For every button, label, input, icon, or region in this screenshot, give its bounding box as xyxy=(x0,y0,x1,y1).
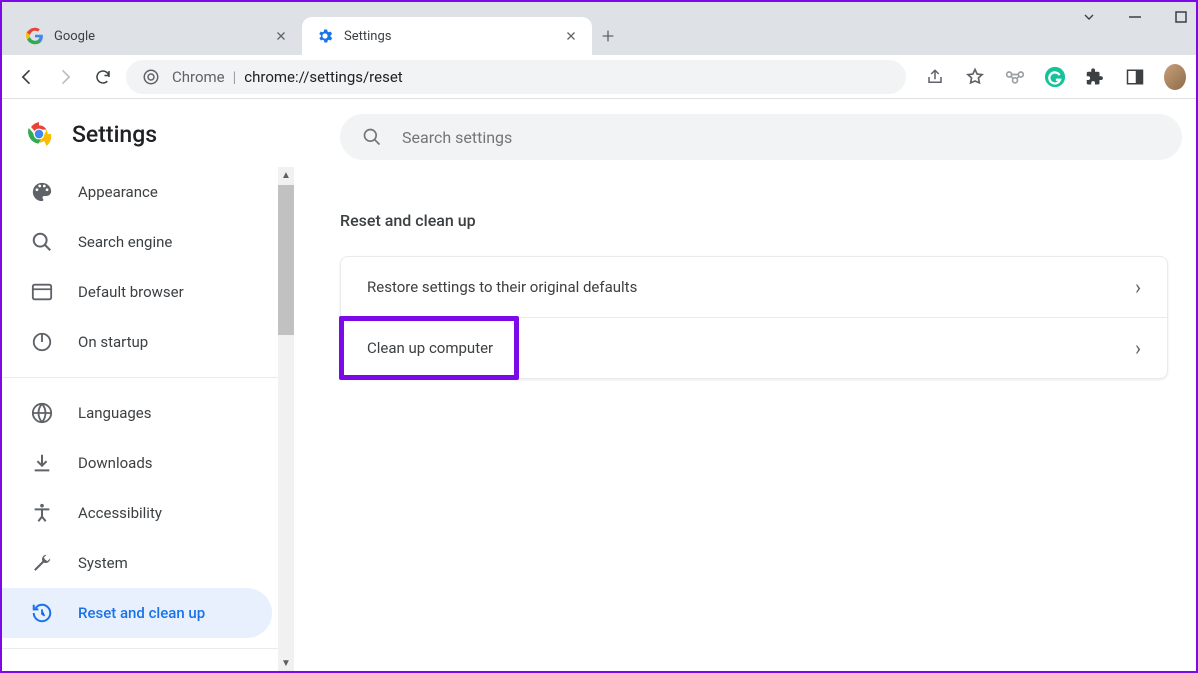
forward-button[interactable] xyxy=(50,62,80,92)
sidebar-label: Search engine xyxy=(78,233,172,251)
toolbar: Chrome | chrome://settings/reset xyxy=(2,55,1196,99)
reset-card: Restore settings to their original defau… xyxy=(340,256,1168,379)
profile-avatar[interactable] xyxy=(1164,66,1186,88)
window-controls xyxy=(1080,2,1190,32)
sidebar-item-reset[interactable]: Reset and clean up xyxy=(2,588,272,638)
sidebar-item-languages[interactable]: Languages xyxy=(2,388,272,438)
sidebar-label: Reset and clean up xyxy=(78,604,205,622)
sidebar-item-downloads[interactable]: Downloads xyxy=(2,438,272,488)
tab-title: Settings xyxy=(344,29,562,44)
sidebar-label: Languages xyxy=(78,404,152,422)
reload-button[interactable] xyxy=(88,62,118,92)
grammarly-ext-icon[interactable] xyxy=(1044,66,1066,88)
address-bar[interactable]: Chrome | chrome://settings/reset xyxy=(126,60,906,94)
sidebar-item-on-startup[interactable]: On startup xyxy=(2,317,272,367)
chrome-address-icon xyxy=(142,68,160,86)
sidebar-item-default-browser[interactable]: Default browser xyxy=(2,267,272,317)
scroll-up-icon[interactable]: ▲ xyxy=(278,167,294,183)
power-icon xyxy=(30,330,54,354)
sidebar-scrollbar[interactable]: ▲ ▼ xyxy=(278,167,294,671)
back-button[interactable] xyxy=(12,62,42,92)
sidebar-item-appearance[interactable]: Appearance xyxy=(2,167,272,217)
tab-settings[interactable]: Settings xyxy=(302,17,592,55)
sidebar-label: Accessibility xyxy=(78,504,162,522)
chrome-logo-icon xyxy=(26,121,52,147)
share-icon[interactable] xyxy=(924,66,946,88)
sidebar-divider xyxy=(2,648,282,649)
restore-icon xyxy=(30,601,54,625)
settings-header: Settings Search settings xyxy=(2,101,1196,167)
settings-favicon xyxy=(316,27,334,45)
minimize-button[interactable] xyxy=(1126,8,1144,26)
wrench-icon xyxy=(30,551,54,575)
close-tab-icon[interactable] xyxy=(562,27,580,45)
scroll-down-icon[interactable]: ▼ xyxy=(278,655,294,671)
sidebar-divider xyxy=(2,377,282,378)
sidebar-item-system[interactable]: System xyxy=(2,538,272,588)
search-settings-input[interactable]: Search settings xyxy=(340,114,1182,160)
bookmark-star-icon[interactable] xyxy=(964,66,986,88)
accessibility-icon xyxy=(30,501,54,525)
sidepanel-icon[interactable] xyxy=(1124,66,1146,88)
toolbar-actions xyxy=(924,66,1186,88)
row-label: Restore settings to their original defau… xyxy=(367,278,1135,296)
sidebar-item-accessibility[interactable]: Accessibility xyxy=(2,488,272,538)
row-clean-up-computer[interactable]: Clean up computer › xyxy=(341,318,1167,378)
browser-icon xyxy=(30,280,54,304)
chevron-right-icon: › xyxy=(1135,336,1141,360)
chevron-right-icon: › xyxy=(1135,275,1141,299)
row-restore-defaults[interactable]: Restore settings to their original defau… xyxy=(341,257,1167,317)
address-separator: | xyxy=(233,68,237,86)
sidebar-label: On startup xyxy=(78,333,148,351)
palette-icon xyxy=(30,180,54,204)
sidebar-label: System xyxy=(78,554,128,572)
scrollbar-thumb[interactable] xyxy=(278,185,294,335)
close-tab-icon[interactable] xyxy=(272,27,290,45)
new-tab-button[interactable] xyxy=(592,20,624,52)
sidebar-label: Downloads xyxy=(78,454,153,472)
globe-icon xyxy=(30,401,54,425)
sidebar-item-search-engine[interactable]: Search engine xyxy=(2,217,272,267)
extension-link-icon[interactable] xyxy=(1004,66,1026,88)
google-favicon xyxy=(26,27,44,45)
tab-google[interactable]: Google xyxy=(12,17,302,55)
settings-main: Reset and clean up Restore settings to t… xyxy=(312,177,1196,671)
row-label: Clean up computer xyxy=(367,339,1135,357)
address-scheme: Chrome xyxy=(172,68,225,86)
sidebar-label: Default browser xyxy=(78,283,184,301)
search-placeholder: Search settings xyxy=(402,128,512,147)
chevron-down-icon[interactable] xyxy=(1080,8,1098,26)
download-icon xyxy=(30,451,54,475)
section-title: Reset and clean up xyxy=(340,211,1168,230)
maximize-button[interactable] xyxy=(1172,8,1190,26)
address-path: chrome://settings/reset xyxy=(244,68,402,86)
sidebar-label: Appearance xyxy=(78,183,158,201)
extensions-icon[interactable] xyxy=(1084,66,1106,88)
tab-title: Google xyxy=(54,29,272,44)
search-icon xyxy=(30,230,54,254)
search-icon xyxy=(362,127,382,147)
page-title: Settings xyxy=(72,121,157,148)
settings-sidebar: Appearance Search engine Default browser… xyxy=(2,167,294,671)
browser-tab-strip: Google Settings xyxy=(2,2,1196,55)
